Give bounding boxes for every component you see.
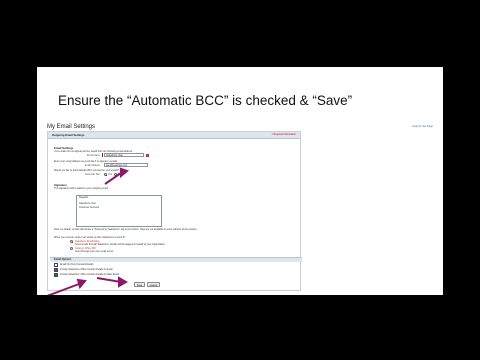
checkbox-arrow [46,283,80,295]
save-arrow-head [118,276,129,288]
save-arrow [96,277,122,283]
bcc-arrow-head [120,167,130,179]
annotation-arrows [46,167,130,295]
checkbox-arrow-head [76,278,87,290]
video-frame: { "headline": "Ensure the “Automatic BCC… [0,0,480,360]
slide: Ensure the “Automatic BCC” is checked & … [37,67,443,295]
bcc-arrow [104,172,122,185]
